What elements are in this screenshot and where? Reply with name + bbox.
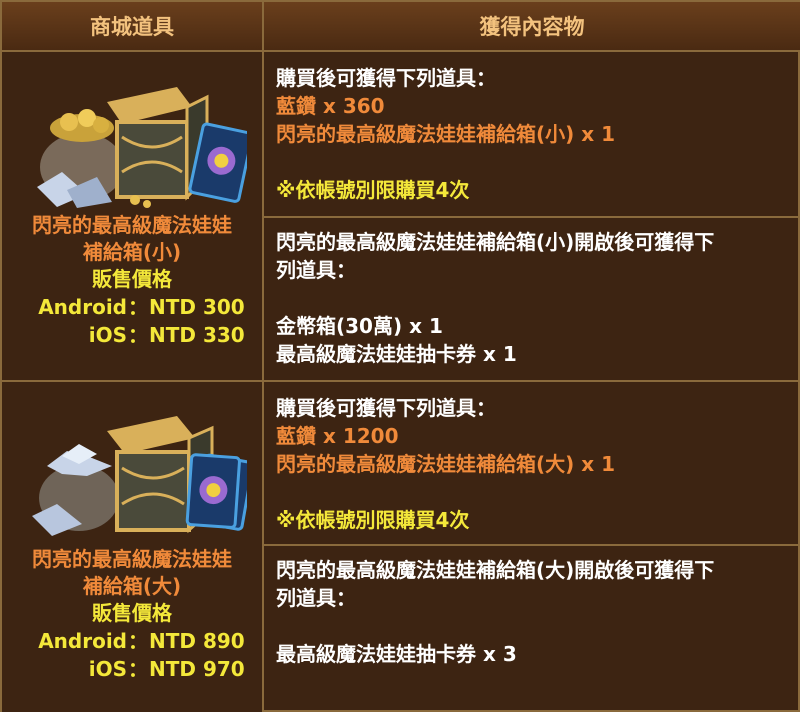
open-intro-line2: 列道具： <box>276 258 356 282</box>
price-ios: iOS ： NTD 970 <box>2 655 262 683</box>
platform-label: iOS <box>88 657 127 681</box>
platform-label: Android <box>38 629 127 653</box>
price-value: NTD 300 <box>149 295 245 319</box>
platform-label: Android <box>38 295 127 319</box>
supply-box-small-image <box>17 62 254 212</box>
item-name-line1: 閃亮的最高級魔法娃娃 <box>32 547 232 571</box>
price-android: Android ： NTD 300 <box>2 293 262 321</box>
price-separator: ： <box>128 629 148 653</box>
purchase-limit: ※依帳號別限購買4次 <box>276 178 470 202</box>
item-cell-small: 閃亮的最高級魔法娃娃 補給箱(小) 販售價格 Android ： NTD 300… <box>2 52 264 380</box>
header-shop-item: 商城道具 <box>2 2 264 52</box>
open-intro-line1: 閃亮的最高級魔法娃娃補給箱(大)開啟後可獲得下 <box>276 558 715 582</box>
purchase-line: 閃亮的最高級魔法娃娃補給箱(大) x 1 <box>276 452 616 476</box>
purchase-intro: 購買後可獲得下列道具： <box>276 396 496 420</box>
sale-price-label: 販售價格 <box>92 601 172 625</box>
price-android: Android ： NTD 890 <box>2 627 262 655</box>
purchase-contents-small: 購買後可獲得下列道具： 藍鑽 x 360 閃亮的最高級魔法娃娃補給箱(小) x … <box>264 54 800 216</box>
price-value: NTD 890 <box>149 629 245 653</box>
purchase-contents-large: 購買後可獲得下列道具： 藍鑽 x 1200 閃亮的最高級魔法娃娃補給箱(大) x… <box>264 384 800 544</box>
purchase-line: 閃亮的最高級魔法娃娃補給箱(小) x 1 <box>276 122 616 146</box>
supply-box-large-image <box>17 396 255 546</box>
purchase-limit: ※依帳號別限購買4次 <box>276 508 470 532</box>
purchase-line: 藍鑽 x 1200 <box>276 424 399 448</box>
price-value: NTD 970 <box>149 657 245 681</box>
item-name-line2: 補給箱(小) <box>82 240 182 264</box>
platform-label: iOS <box>88 323 127 347</box>
open-contents-large: 閃亮的最高級魔法娃娃補給箱(大)開啟後可獲得下 列道具： 最高級魔法娃娃抽卡券 … <box>264 546 800 712</box>
price-separator: ： <box>128 657 148 681</box>
header-contents: 獲得內容物 <box>264 2 800 52</box>
open-item: 最高級魔法娃娃抽卡券 x 1 <box>276 342 517 366</box>
open-contents-small: 閃亮的最高級魔法娃娃補給箱(小)開啟後可獲得下 列道具： 金幣箱(30萬) x … <box>264 218 800 380</box>
price-separator: ： <box>128 323 148 347</box>
shop-item-table: 商城道具 獲得內容物 閃亮的最高級魔法娃娃 補給箱(小) 販售價格 Androi… <box>0 0 800 712</box>
price-ios: iOS ： NTD 330 <box>2 321 262 349</box>
open-intro-line2: 列道具： <box>276 586 356 610</box>
sale-price-label: 販售價格 <box>92 267 172 291</box>
price-value: NTD 330 <box>149 323 245 347</box>
open-item: 金幣箱(30萬) x 1 <box>276 314 443 338</box>
item-name-line1: 閃亮的最高級魔法娃娃 <box>32 213 232 237</box>
purchase-line: 藍鑽 x 360 <box>276 94 385 118</box>
item-name-line2: 補給箱(大) <box>82 574 182 598</box>
open-intro-line1: 閃亮的最高級魔法娃娃補給箱(小)開啟後可獲得下 <box>276 230 715 254</box>
item-cell-large: 閃亮的最高級魔法娃娃 補給箱(大) 販售價格 Android ： NTD 890… <box>2 382 264 712</box>
open-item: 最高級魔法娃娃抽卡券 x 3 <box>276 642 517 666</box>
purchase-intro: 購買後可獲得下列道具： <box>276 66 496 90</box>
price-separator: ： <box>128 295 148 319</box>
